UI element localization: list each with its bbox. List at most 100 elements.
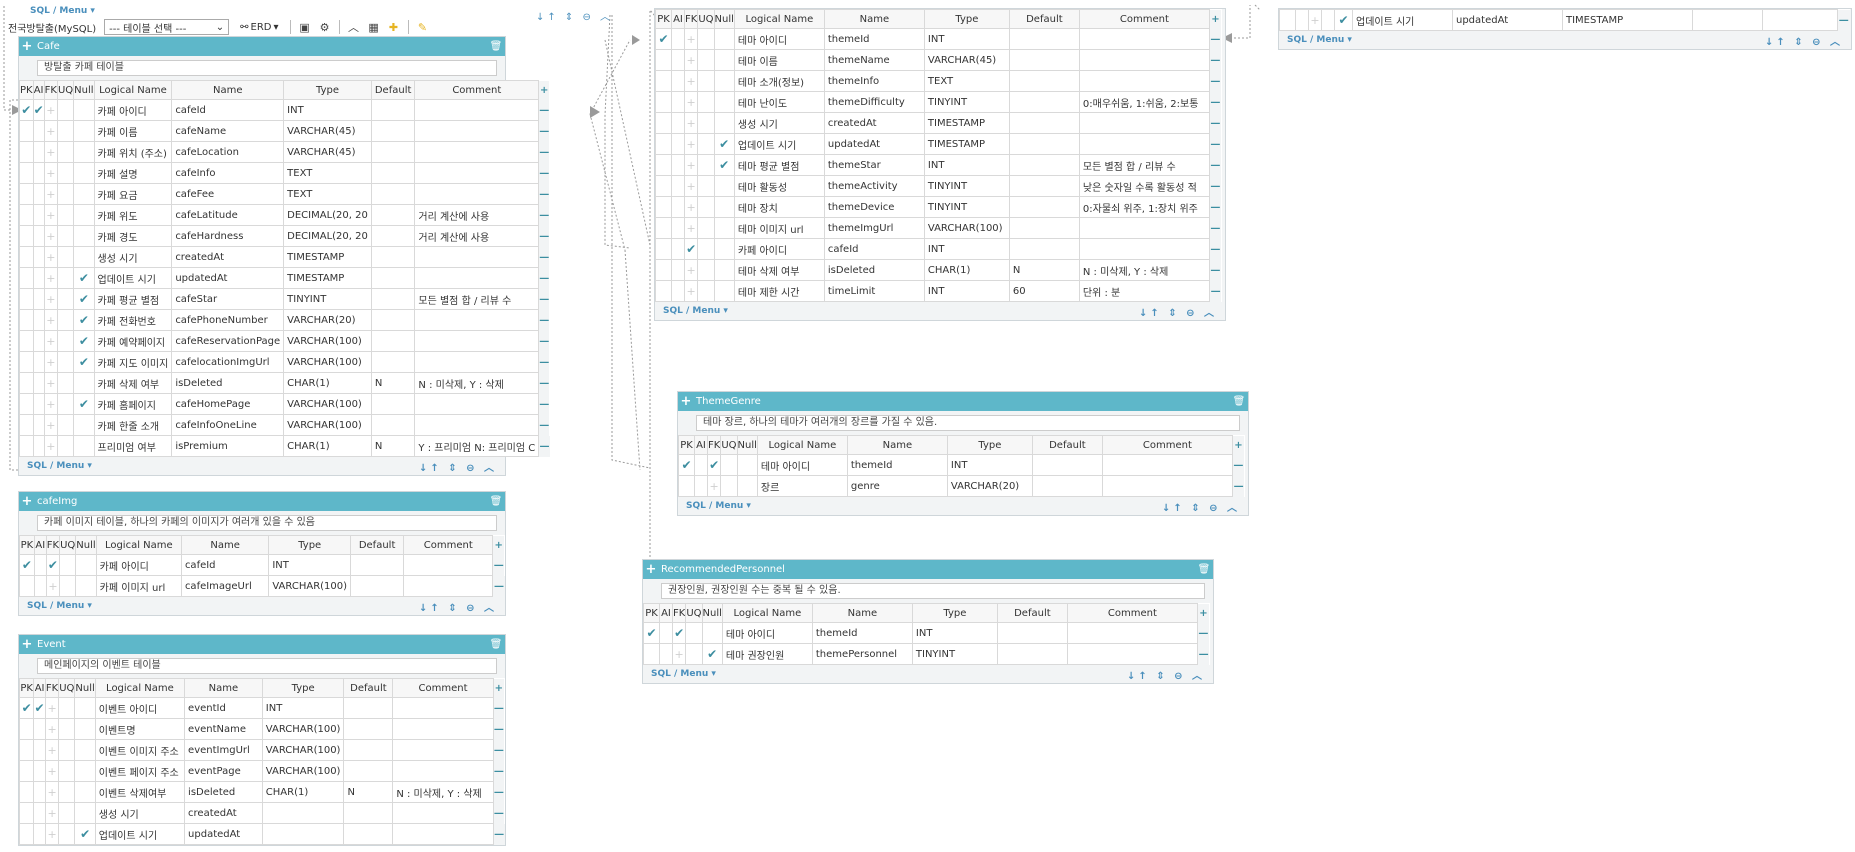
ai-cell[interactable] [33,554,47,576]
uq-cell[interactable] [697,91,715,113]
pk-cell[interactable] [19,267,34,289]
ai-cell[interactable] [671,154,685,176]
uq-cell[interactable] [685,643,703,665]
footer-controls-icon[interactable]: ↓↑ ⇕ ⊖ ︿ [1127,667,1205,682]
type-cell[interactable]: INT [911,622,998,644]
ai-cell[interactable] [671,133,685,155]
fk-cell[interactable]: + [683,133,699,155]
type-cell[interactable]: CHAR(1) [283,435,372,457]
name-cell[interactable]: createdAt [823,112,925,134]
ai-cell[interactable] [694,475,708,497]
comment-cell[interactable] [414,309,540,331]
table-row[interactable]: + 장르 genre VARCHAR(20) — [678,475,1245,497]
table-select[interactable]: --- 테이블 선택 --- ⌄ [104,19,230,35]
ai-cell[interactable] [32,204,45,226]
uq-cell[interactable] [697,280,715,302]
grid-icon[interactable]: ▦ [368,21,380,34]
trash-icon[interactable]: 🗑 [1197,562,1211,577]
default-cell[interactable] [370,330,416,352]
table-row[interactable]: + ✔ 카페 전화번호 cafePhoneNumber VARCHAR(20) — [19,309,550,331]
ai-cell[interactable] [671,217,685,239]
null-cell[interactable] [713,238,735,260]
null-cell[interactable] [736,454,758,476]
comment-cell[interactable] [1078,28,1210,50]
default-cell[interactable] [370,120,416,142]
table-description[interactable]: 메인페이지의 이벤트 테이블 [37,658,497,674]
fk-cell[interactable]: + [45,575,61,597]
uq-cell[interactable] [59,575,77,597]
name-cell[interactable]: themeActivity [823,175,925,197]
type-cell[interactable] [261,823,345,845]
type-cell[interactable]: INT [946,454,1033,476]
fk-cell[interactable]: + [706,475,722,497]
logical-cell[interactable]: 카페 아이디 [95,554,182,576]
name-cell[interactable]: timeLimit [823,280,925,302]
null-cell[interactable]: ✔ [713,154,735,176]
default-cell[interactable] [1692,9,1763,31]
minus-icon[interactable]: — [493,739,505,761]
comment-cell[interactable] [1078,133,1210,155]
minus-icon[interactable]: — [493,802,505,824]
ai-cell[interactable] [671,280,685,302]
table-name[interactable]: cafeImg [35,496,78,507]
type-cell[interactable]: VARCHAR(100) [261,718,345,740]
name-cell[interactable]: cafeId [823,238,925,260]
minus-icon[interactable]: — [538,267,550,289]
table-row[interactable]: + 테마 소개(정보) themeInfo TEXT — [655,70,1222,92]
comment-cell[interactable] [1078,70,1210,92]
fk-cell[interactable]: + [43,309,58,331]
fk-cell[interactable]: + [43,204,58,226]
minus-icon[interactable]: — [493,760,505,782]
footer-controls-icon[interactable]: ↓↑ ⇕ ⊖ ︿ [419,459,497,474]
fk-cell[interactable]: + [44,781,60,803]
default-cell[interactable] [343,697,394,719]
name-cell[interactable]: updatedAt [171,267,285,289]
ai-cell[interactable] [33,718,46,740]
ai-cell[interactable] [32,351,45,373]
name-cell[interactable]: cafeFee [171,183,285,205]
table-name[interactable]: Event [35,639,66,650]
table-row[interactable]: + 카페 한줄 소개 cafeInfoOneLine VARCHAR(100) — [19,414,550,436]
plus-icon[interactable]: + [643,560,659,579]
ai-cell[interactable] [32,267,45,289]
uq-cell[interactable] [56,120,75,142]
plus-icon[interactable]: + [19,635,35,654]
fk-cell[interactable]: ✔ [683,238,699,260]
comment-cell[interactable]: N : 미삭제, Y : 삭제 [392,781,494,803]
name-cell[interactable]: createdAt [184,802,263,824]
table-row[interactable]: + ✔ 카페 지도 이미지 cafelocationImgUrl VARCHAR(100… [19,351,550,373]
table-row[interactable]: + ✔ 테마 권장인원 themePersonnel TINYINT — [643,643,1210,665]
fk-cell[interactable]: + [683,196,699,218]
add-column-icon[interactable]: + [492,535,505,555]
null-cell[interactable] [701,622,723,644]
logical-cell[interactable]: 테마 평균 별점 [733,154,825,176]
uq-cell[interactable] [58,718,76,740]
logical-cell[interactable]: 프리미엄 여부 [93,435,173,457]
table-row[interactable]: + 생성 시기 createdAt TIMESTAMP — [19,246,550,268]
fk-cell[interactable]: + [43,99,58,121]
pk-cell[interactable] [655,238,672,260]
name-cell[interactable]: themeImgUrl [823,217,925,239]
uq-cell[interactable] [1321,9,1335,31]
minus-icon[interactable]: — [1209,91,1222,113]
comment-cell[interactable]: 모든 별점 합 / 리뷰 수 [1078,154,1210,176]
type-cell[interactable]: TIMESTAMP [283,246,372,268]
comment-cell[interactable] [403,554,494,576]
null-cell[interactable] [74,781,96,803]
fk-cell[interactable]: + [43,120,58,142]
type-cell[interactable]: CHAR(1) [261,781,345,803]
table-row[interactable]: + ✔ 업데이트 시기 updatedAt TIMESTAMP — [1279,9,1850,31]
name-cell[interactable]: cafeName [171,120,285,142]
default-cell[interactable]: N [370,372,416,394]
default-cell[interactable]: 60 [1008,280,1080,302]
uq-cell[interactable] [56,309,75,331]
minus-icon[interactable]: — [538,183,550,205]
name-cell[interactable]: updatedAt [823,133,925,155]
type-cell[interactable]: TEXT [283,183,372,205]
name-cell[interactable]: cafeHardness [171,225,285,247]
null-cell[interactable] [73,120,95,142]
logical-cell[interactable]: 테마 아이디 [721,622,813,644]
name-cell[interactable]: cafePhoneNumber [171,309,285,331]
footer-controls-icon[interactable]: ↓↑ ⇕ ⊖ ︿ [1162,499,1240,514]
null-cell[interactable] [74,739,96,761]
